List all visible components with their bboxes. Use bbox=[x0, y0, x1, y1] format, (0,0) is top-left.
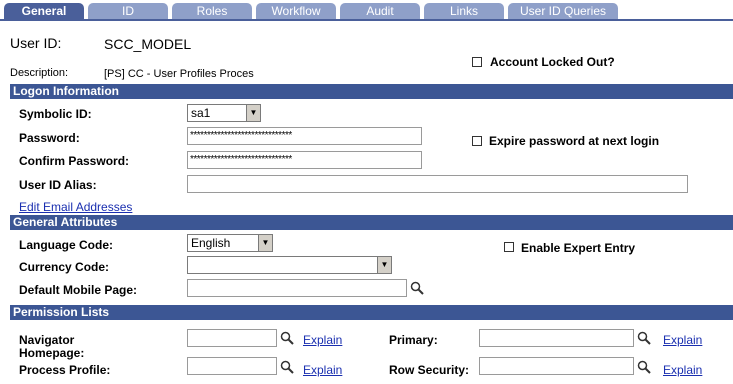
currency-code-select[interactable]: ▼ bbox=[187, 256, 392, 274]
confirm-password-field[interactable]: ****************************** bbox=[187, 151, 422, 169]
password-field[interactable]: ****************************** bbox=[187, 127, 422, 145]
account-locked-checkbox[interactable] bbox=[472, 57, 482, 67]
language-code-value: English bbox=[191, 236, 231, 250]
chevron-down-icon[interactable]: ▼ bbox=[377, 257, 391, 273]
tab-links[interactable]: Links bbox=[424, 3, 504, 19]
enable-expert-entry-checkbox[interactable] bbox=[504, 242, 514, 252]
navigator-explain-link[interactable]: Explain bbox=[303, 333, 342, 347]
tab-underline bbox=[0, 19, 733, 21]
tab-workflow[interactable]: Workflow bbox=[256, 3, 336, 19]
navigator-homepage-label-line2: Homepage: bbox=[19, 346, 85, 360]
enable-expert-entry-label: Enable Expert Entry bbox=[521, 241, 636, 255]
user-id-label: User ID: bbox=[10, 35, 62, 51]
user-id-value: SCC_MODEL bbox=[104, 36, 192, 52]
search-icon[interactable] bbox=[410, 281, 424, 295]
process-profile-explain-link[interactable]: Explain bbox=[303, 363, 342, 377]
default-mobile-page-field[interactable] bbox=[187, 279, 407, 297]
user-id-alias-label: User ID Alias: bbox=[19, 178, 97, 192]
primary-explain-link[interactable]: Explain bbox=[663, 333, 702, 347]
tab-general[interactable]: General bbox=[4, 3, 84, 19]
currency-code-label: Currency Code: bbox=[19, 260, 110, 274]
symbolic-id-value: sa1 bbox=[191, 106, 211, 120]
chevron-down-icon[interactable]: ▼ bbox=[258, 235, 272, 251]
symbolic-id-label: Symbolic ID: bbox=[19, 107, 92, 121]
logon-information-header: Logon Information bbox=[10, 84, 733, 99]
account-locked-label: Account Locked Out? bbox=[490, 55, 615, 69]
user-id-alias-field[interactable] bbox=[187, 175, 688, 193]
row-security-explain-link[interactable]: Explain bbox=[663, 363, 702, 377]
edit-email-addresses-link[interactable]: Edit Email Addresses bbox=[19, 200, 132, 214]
process-profile-label: Process Profile: bbox=[19, 363, 111, 377]
general-attributes-header: General Attributes bbox=[10, 215, 733, 230]
search-icon[interactable] bbox=[280, 331, 294, 345]
primary-label: Primary: bbox=[389, 333, 438, 347]
tab-roles[interactable]: Roles bbox=[172, 3, 252, 19]
default-mobile-page-label: Default Mobile Page: bbox=[19, 283, 138, 297]
password-label: Password: bbox=[19, 131, 80, 145]
description-value: [PS] CC - User Profiles Proces bbox=[104, 68, 254, 80]
expire-password-label: Expire password at next login bbox=[489, 134, 660, 148]
expire-password-checkbox[interactable] bbox=[472, 136, 482, 146]
navigator-homepage-field[interactable] bbox=[187, 329, 277, 347]
permission-lists-header: Permission Lists bbox=[10, 305, 733, 320]
primary-field[interactable] bbox=[479, 329, 634, 347]
language-code-label: Language Code: bbox=[19, 238, 114, 252]
search-icon[interactable] bbox=[637, 360, 651, 374]
tab-audit[interactable]: Audit bbox=[340, 3, 420, 19]
search-icon[interactable] bbox=[637, 331, 651, 345]
row-security-label: Row Security: bbox=[389, 363, 470, 377]
tab-user-id-queries[interactable]: User ID Queries bbox=[508, 3, 618, 19]
confirm-password-label: Confirm Password: bbox=[19, 154, 130, 168]
navigator-homepage-label-line1: Navigator bbox=[19, 333, 75, 347]
process-profile-field[interactable] bbox=[187, 357, 277, 375]
tab-id[interactable]: ID bbox=[88, 3, 168, 19]
symbolic-id-select[interactable]: sa1 ▼ bbox=[187, 104, 261, 122]
search-icon[interactable] bbox=[280, 360, 294, 374]
language-code-select[interactable]: English ▼ bbox=[187, 234, 273, 252]
row-security-field[interactable] bbox=[479, 357, 634, 375]
chevron-down-icon[interactable]: ▼ bbox=[246, 105, 260, 121]
description-label: Description: bbox=[10, 67, 69, 79]
